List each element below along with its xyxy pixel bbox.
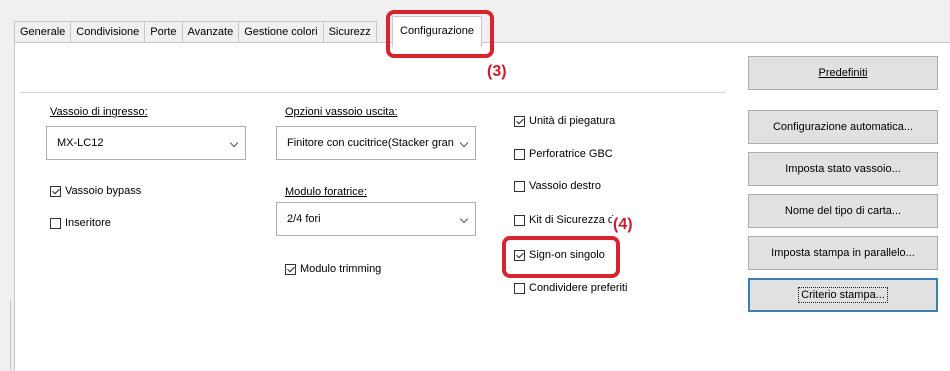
tab-avanzate[interactable]: Avanzate bbox=[181, 21, 240, 42]
defaults-button[interactable]: Predefiniti bbox=[748, 56, 938, 90]
punch-module-label: Modulo foratrice: bbox=[285, 186, 367, 198]
tab-gestione-colori[interactable]: Gestione colori bbox=[238, 21, 324, 42]
gbc-puncher-label: Perforatrice GBC bbox=[529, 148, 613, 160]
right-tray-label: Vassoio destro bbox=[529, 180, 601, 192]
right-tray-checkbox[interactable]: Vassoio destro bbox=[514, 180, 601, 192]
punch-module-value: 2/4 fori bbox=[287, 213, 321, 225]
paper-type-name-button[interactable]: Nome del tipo di carta... bbox=[748, 194, 938, 228]
gbc-puncher-checkbox[interactable]: Perforatrice GBC bbox=[514, 148, 613, 160]
punch-module-select[interactable]: 2/4 fori bbox=[276, 202, 476, 236]
tab-generale[interactable]: Generale bbox=[14, 21, 72, 42]
left-edge bbox=[10, 300, 11, 370]
callout-4-frame bbox=[502, 236, 620, 278]
callout-4-label: (4) bbox=[612, 216, 634, 234]
bypass-label: Vassoio bypass bbox=[65, 185, 142, 197]
tab-strip: Generale Condivisione Porte Avanzate Ges… bbox=[14, 20, 377, 42]
print-policy-button[interactable]: Criterio stampa... bbox=[748, 278, 938, 312]
callout-3-label: (3) bbox=[487, 63, 507, 80]
chevron-down-icon bbox=[459, 214, 469, 224]
inserter-label: Inseritore bbox=[65, 217, 111, 229]
chevron-down-icon bbox=[229, 138, 239, 148]
share-favorites-checkbox[interactable]: Condividere preferiti bbox=[514, 282, 627, 294]
callout-3-frame bbox=[386, 10, 494, 58]
checkbox-icon bbox=[285, 263, 296, 275]
security-kit-checkbox[interactable]: Kit di Sicurezza d bbox=[514, 214, 614, 226]
tab-condivisione[interactable]: Condivisione bbox=[70, 21, 146, 42]
bypass-checkbox[interactable]: Vassoio bypass bbox=[50, 185, 141, 197]
checkbox-icon bbox=[514, 282, 525, 294]
tray-status-button[interactable]: Imposta stato vassoio... bbox=[748, 152, 938, 186]
checkbox-icon bbox=[514, 115, 525, 127]
trimming-label: Modulo trimming bbox=[300, 263, 382, 275]
input-tray-label: Vassoio di ingresso: bbox=[50, 106, 148, 118]
security-kit-label: Kit di Sicurezza d bbox=[529, 214, 614, 226]
folding-unit-checkbox[interactable]: Unità di piegatura bbox=[514, 115, 615, 127]
checkbox-icon bbox=[514, 148, 525, 160]
output-options-select[interactable]: Finitore con cucitrice(Stacker gran bbox=[276, 126, 476, 160]
trimming-checkbox[interactable]: Modulo trimming bbox=[285, 263, 381, 275]
output-options-value: Finitore con cucitrice(Stacker gran bbox=[287, 137, 454, 149]
checkbox-icon bbox=[50, 217, 61, 229]
checkbox-icon bbox=[50, 185, 61, 197]
tab-porte[interactable]: Porte bbox=[144, 21, 183, 42]
share-favorites-label: Condividere preferiti bbox=[529, 282, 628, 294]
tab-sicurezza[interactable]: Sicurezz bbox=[322, 21, 377, 42]
folding-unit-label: Unità di piegatura bbox=[529, 115, 616, 127]
separator bbox=[20, 92, 726, 93]
output-options-label: Opzioni vassoio uscita: bbox=[285, 106, 398, 118]
checkbox-icon bbox=[514, 214, 525, 226]
input-tray-value: MX-LC12 bbox=[57, 137, 104, 149]
inserter-checkbox[interactable]: Inseritore bbox=[50, 217, 111, 229]
checkbox-icon bbox=[514, 180, 525, 192]
chevron-down-icon bbox=[459, 138, 469, 148]
auto-config-button[interactable]: Configurazione automatica... bbox=[748, 110, 938, 144]
input-tray-select[interactable]: MX-LC12 bbox=[46, 126, 246, 160]
parallel-print-button[interactable]: Imposta stampa in parallelo... bbox=[748, 236, 938, 270]
